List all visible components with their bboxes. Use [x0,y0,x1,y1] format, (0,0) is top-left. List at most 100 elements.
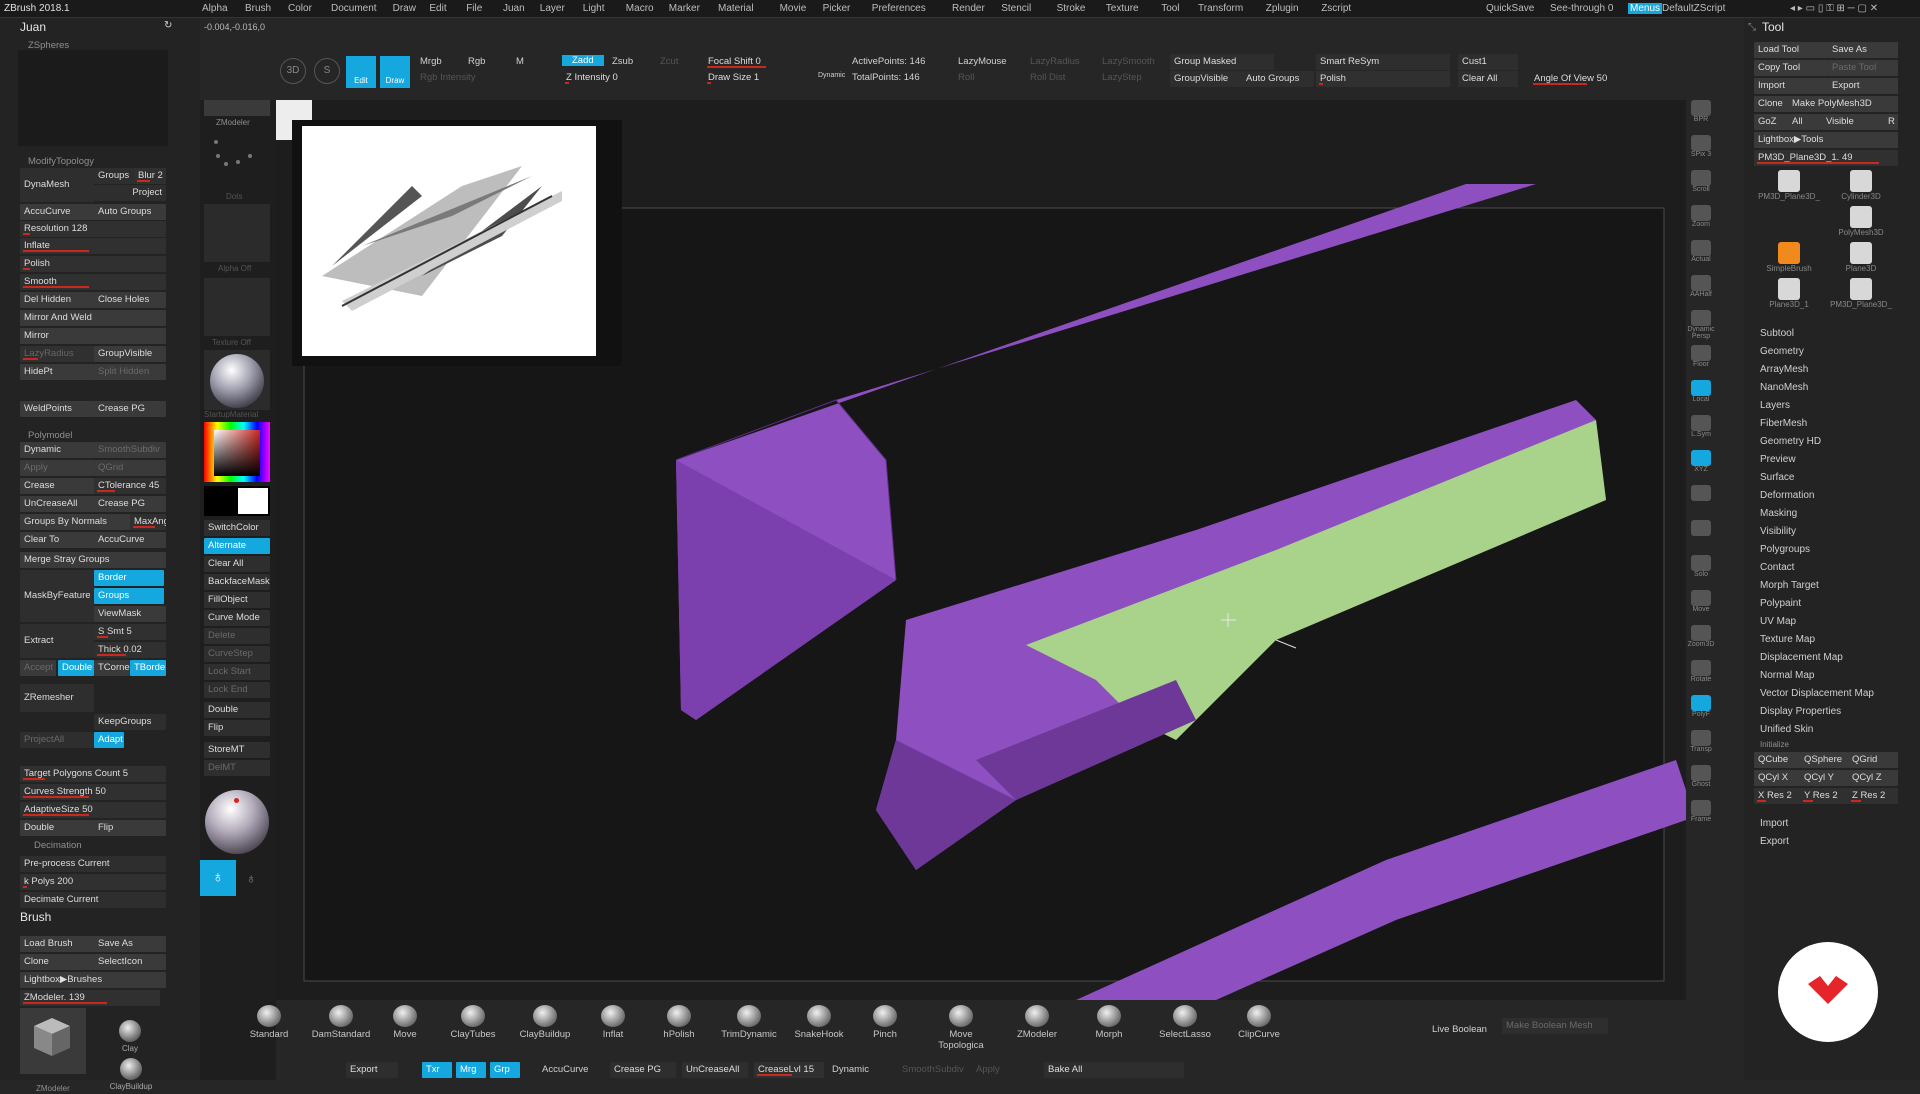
curve-mode-toggle[interactable]: Curve Mode [204,610,270,626]
draw-button[interactable]: Draw [380,56,410,88]
lazyradius-slider[interactable]: LazyRadius [1030,56,1080,67]
brush-snakehook[interactable]: SnakeHook [786,1005,852,1040]
crease-pg2-button[interactable]: Crease PG [94,496,166,512]
light-bulb-on-icon[interactable]: ♁ [200,860,236,896]
dynamic-button[interactable]: Dynamic [20,442,94,458]
viewtool-frame[interactable]: Frame [1686,800,1716,830]
live-boolean-toggle[interactable]: Live Boolean [1432,1024,1487,1035]
subpalette-uv-map[interactable]: UV Map [1760,616,1796,627]
lock-end-toggle[interactable]: Lock End [204,682,270,698]
menu-preferences[interactable]: Preferences [872,3,926,14]
switchcolor-button[interactable]: SwitchColor [204,520,270,536]
k-polys-slider[interactable]: k Polys 200 [20,874,166,890]
double-toggle[interactable]: Double [58,660,94,676]
zcut-toggle[interactable]: Zcut [660,56,678,67]
subpalette-deformation[interactable]: Deformation [1760,490,1814,501]
subpalette-preview[interactable]: Preview [1760,454,1796,465]
viewtool-zoom3d[interactable]: Zoom3D [1686,625,1716,655]
brush-morph[interactable]: Morph [1076,1005,1142,1040]
gizmo-3d-icon[interactable]: 3D [280,58,306,84]
mirror-button[interactable]: Mirror [20,328,166,344]
zres-slider[interactable]: Z Res 2 [1848,788,1898,804]
groups2-toggle[interactable]: Groups [94,588,164,604]
menu-material[interactable]: Material [718,3,754,14]
accucurve-bottom-toggle[interactable]: AccuCurve [542,1064,588,1075]
brush-zmodeler[interactable]: ZModeler [1004,1005,1070,1040]
material-thumb[interactable] [204,350,270,410]
polymodel-header[interactable]: Polymodel [28,430,72,441]
storemt-button[interactable]: StoreMT [204,742,270,758]
brush-damstandard[interactable]: DamStandard [308,1005,374,1040]
goz-all-button[interactable]: All [1788,114,1822,130]
menus-toggle[interactable]: Menus [1628,3,1663,14]
viewtool-slot-11[interactable] [1686,485,1716,515]
quicksave-button[interactable]: QuickSave [1486,3,1534,14]
menu-color[interactable]: Color [288,3,312,14]
mask-by-feature-button[interactable]: MaskByFeature [20,570,94,622]
weldpoints-button[interactable]: WeldPoints [20,401,94,417]
brush-save-as-button[interactable]: Save As [94,936,166,952]
txr-toggle[interactable]: Txr [422,1062,452,1078]
subpalette-polypaint[interactable]: Polypaint [1760,598,1801,609]
brush-move[interactable]: Move [372,1005,438,1040]
edit-button[interactable]: Edit [346,56,376,88]
mrg-toggle[interactable]: Mrg [456,1062,486,1078]
zadd-toggle[interactable]: Zadd [562,55,604,66]
load-brush-button[interactable]: Load Brush [20,936,94,952]
viewtool-zoom[interactable]: Zoom [1686,205,1716,235]
keepgroups-toggle[interactable]: KeepGroups [94,714,166,730]
group-masked-button[interactable]: Group Masked [1170,54,1274,70]
light-bulb-icon[interactable]: ♁ [246,870,257,886]
del-hidden-button[interactable]: Del Hidden [20,292,94,308]
apply-bottom-button[interactable]: Apply [976,1064,1000,1075]
brush-clipcurve[interactable]: ClipCurve [1226,1005,1292,1040]
brush-claytubes[interactable]: ClayTubes [440,1005,506,1040]
tool-thumb-simplebrush[interactable]: SimpleBrush [1754,242,1824,278]
flip-shelf-button[interactable]: Flip [204,720,270,736]
roll-toggle[interactable]: Roll [958,72,974,83]
smooth-slider[interactable]: Smooth [20,274,166,290]
selecticon-button[interactable]: SelectIcon [94,954,166,970]
rgb-intensity-slider[interactable]: Rgb Intensity [420,72,475,83]
viewtool-slot-12[interactable] [1686,520,1716,550]
smoothsubdiv-slider[interactable]: SmoothSubdiv [94,442,166,458]
accept-button[interactable]: Accept [20,660,56,676]
brush-standard[interactable]: Standard [236,1005,302,1040]
clear-to-button[interactable]: Clear To [20,532,94,548]
make-boolean-mesh-button[interactable]: Make Boolean Mesh [1502,1018,1608,1034]
mrgb-toggle[interactable]: Mrgb [420,56,442,67]
apply-button[interactable]: Apply [20,460,94,476]
menu-file[interactable]: File [466,3,482,14]
m-toggle[interactable]: M [516,56,524,67]
menu-zscript[interactable]: Zscript [1321,3,1351,14]
stroke-dots-thumb[interactable] [204,132,270,192]
menu-edit[interactable]: Edit [429,3,446,14]
preprocess-current-button[interactable]: Pre-process Current [20,856,166,872]
viewtool-dynamic-persp[interactable]: Dynamic Persp [1686,310,1716,340]
lightbox-tools-button[interactable]: Lightbox▶Tools [1754,132,1898,148]
copy-tool-button[interactable]: Copy Tool [1754,60,1828,76]
clear-all-mask-button[interactable]: Clear All [204,556,270,572]
double-shelf-toggle[interactable]: Double [204,702,270,718]
tborder-toggle[interactable]: TBorde [130,660,166,676]
subpalette-contact[interactable]: Contact [1760,562,1794,573]
lightbox-brushes-button[interactable]: Lightbox▶Brushes [20,972,166,988]
thick-slider[interactable]: Thick 0.02 [94,642,166,658]
brush-clone-button[interactable]: Clone [20,954,94,970]
menu-macro[interactable]: Macro [626,3,654,14]
groups-by-normals-button[interactable]: Groups By Normals [20,514,130,530]
brush-trimdynamic[interactable]: TrimDynamic [716,1005,782,1040]
lazysmooth-slider[interactable]: LazySmooth [1102,56,1155,67]
maxangle-slider[interactable]: MaxAng [130,514,166,530]
viewtool-move[interactable]: Move [1686,590,1716,620]
bake-all-button[interactable]: Bake All [1044,1062,1184,1078]
brush-inflat[interactable]: Inflat [580,1005,646,1040]
tool-thumb-plane3d[interactable]: Plane3D [1826,242,1896,278]
menu-juan[interactable]: Juan [503,3,525,14]
tool-thumb-plane3d-1[interactable]: Plane3D_1 [1754,278,1824,314]
paste-tool-button[interactable]: Paste Tool [1828,60,1898,76]
tool-save-as-button[interactable]: Save As [1828,42,1898,58]
viewtool-aahalf[interactable]: AAHalf [1686,275,1716,305]
brush-claybuildup[interactable]: ClayBuildup [512,1005,578,1040]
brush-pinch[interactable]: Pinch [852,1005,918,1040]
